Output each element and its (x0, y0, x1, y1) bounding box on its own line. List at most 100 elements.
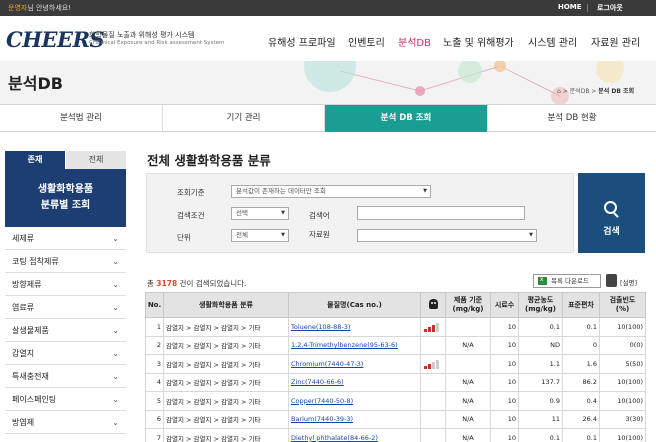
row-no: 1 (145, 317, 164, 337)
row-category: 감열지 > 감열지 > 감열지 > 기타 (163, 391, 289, 411)
sidebar-tab-all[interactable]: 전체 (66, 151, 126, 169)
sidebar-item-filler[interactable]: 특새충전재 ⌄ (5, 366, 126, 388)
user-name: 운영자 (8, 4, 28, 12)
table-row[interactable]: 4 감열지 > 감열지 > 감열지 > 기타 Zinc(7440-66-6) N/A 1… (145, 372, 646, 392)
row-samples: 10 (490, 354, 519, 374)
chevron-down-icon: ⌄ (112, 418, 119, 427)
sidebar-item-flame-retardant[interactable]: 방염제 ⌄ (5, 412, 126, 434)
hazard-cell (420, 372, 446, 392)
row-samples: 10 (490, 372, 519, 392)
row-standard: N/A (445, 335, 491, 355)
chevron-down-icon: ⌄ (112, 372, 119, 381)
col-standard[interactable]: 제품 기준 (mg/kg) (445, 292, 491, 318)
condition-select[interactable]: 선택 ▼ (231, 207, 289, 220)
table-row[interactable]: 1 감열지 > 감열지 > 감열지 > 기타 Toluene(108-88-3) 10… (145, 317, 646, 337)
sidebar-heading: 생활화학용품 분류별 조회 (5, 169, 126, 227)
nav-inventory[interactable]: 인벤토리 (348, 34, 385, 49)
row-mean: 0.1 (518, 317, 563, 337)
sidebar-item-fragrance[interactable]: 방향제류 ⌄ (5, 274, 126, 296)
row-frequency: 3(30) (599, 409, 646, 429)
row-no: 5 (145, 391, 164, 411)
row-sd: 1.6 (562, 354, 600, 374)
nav-exposure-risk[interactable]: 노출 및 위해평가 (443, 34, 514, 49)
breadcrumb-analysis-db[interactable]: 분석DB (570, 88, 590, 95)
table-row[interactable]: 3 감열지 > 감열지 > 감열지 > 기타 Chromium(7440-47-3)… (145, 354, 646, 374)
row-no: 6 (145, 409, 164, 429)
nav-system-admin[interactable]: 시스템 관리 (528, 34, 577, 49)
row-no: 7 (145, 428, 164, 442)
substance-link[interactable]: Diethyl phthalate(84-66-2) (288, 428, 421, 442)
table-header-row: No. 생활화학용품 분류 물질명(Cas no.) 제품 기준 (mg/kg) … (145, 292, 646, 318)
sidebar-filter-tabs: 존재 전체 (5, 151, 126, 169)
home-link[interactable]: HOME (558, 3, 582, 11)
sidebar-item-coating[interactable]: 코팅 접착제류 ⌄ (5, 251, 126, 273)
row-standard (445, 317, 491, 337)
substance-link[interactable]: 1,2,4-Trimethylbenzene(95-63-6) (288, 335, 421, 355)
chevron-down-icon: ⌄ (112, 280, 119, 289)
keyword-input[interactable] (357, 206, 525, 220)
tab-analysis-db-status[interactable]: 분석 DB 현황 (488, 105, 656, 132)
row-frequency: 10(100) (599, 391, 646, 411)
row-samples: 10 (490, 391, 519, 411)
sidebar-item-face-paint[interactable]: 페이스페인팅 ⌄ (5, 389, 126, 411)
table-row[interactable]: 7 감열지 > 감열지 > 감열지 > 기타 Diethyl phthalate(8… (145, 428, 646, 442)
substance-link[interactable]: Chromium(7440-47-3) (288, 354, 421, 374)
col-substance[interactable]: 물질명(Cas no.) (288, 292, 421, 318)
table-row[interactable]: 5 감열지 > 감열지 > 감열지 > 기타 Copper(7440-50-8) N/… (145, 391, 646, 411)
unit-select[interactable]: 전체 ▼ (231, 229, 289, 242)
sidebar-item-biocide[interactable]: 살생물제품 ⌄ (5, 320, 126, 342)
row-mean: 0.1 (518, 428, 563, 442)
row-samples: 10 (490, 409, 519, 429)
nav-analysis-db[interactable]: 분석DB (398, 34, 431, 49)
table-row[interactable]: 2 감열지 > 감열지 > 감열지 > 기타 1,2,4-Trimethylbenz… (145, 335, 646, 355)
keyword-label: 검색어 (309, 211, 330, 220)
row-sd: 0.4 (562, 391, 600, 411)
col-samples[interactable]: 시료수 (490, 292, 519, 318)
nav-hazard-profile[interactable]: 유해성 프로파일 (268, 34, 336, 49)
tab-analysis-db-search[interactable]: 분석 DB 조회 (325, 105, 488, 132)
row-standard: N/A (445, 428, 491, 442)
criteria-select[interactable]: 분석값이 존재하는 데이터만 조회 ▼ (231, 185, 431, 198)
col-no[interactable]: No. (145, 292, 164, 318)
row-mean: 11 (518, 409, 563, 429)
sidebar-item-thermal-paper[interactable]: 감열지 ⌄ (5, 343, 126, 365)
download-list-button[interactable]: 목록 다운로드 (533, 274, 601, 288)
nav-source-admin[interactable]: 자료원 관리 (591, 34, 640, 49)
skull-icon[interactable] (606, 274, 617, 287)
tab-device-management[interactable]: 기기 관리 (163, 105, 325, 132)
user-greeting: 운영자님 안녕하세요! (8, 4, 71, 12)
substance-link[interactable]: Copper(7440-50-8) (288, 391, 421, 411)
substance-link[interactable]: Zinc(7440-66-6) (288, 372, 421, 392)
col-toxicity (420, 292, 446, 318)
chevron-down-icon: ⌄ (112, 303, 119, 312)
col-sd[interactable]: 표준편차 (562, 292, 600, 318)
help-link[interactable]: [설명] (620, 277, 637, 287)
tab-method-management[interactable]: 분석법 관리 (0, 105, 163, 132)
row-standard: N/A (445, 409, 491, 429)
col-mean[interactable]: 평균농도 (mg/kg) (518, 292, 563, 318)
row-category: 감열지 > 감열지 > 감열지 > 기타 (163, 428, 289, 442)
dropdown-arrow-icon: ▼ (423, 188, 427, 194)
logo-subtitle-en: CHEmical Exposure and Risk assessment Sy… (89, 40, 225, 46)
row-category: 감열지 > 감열지 > 감열지 > 기타 (163, 409, 289, 429)
home-icon[interactable]: ⌂ (557, 88, 561, 95)
col-category[interactable]: 생활화학용품 분류 (163, 292, 289, 318)
row-category: 감열지 > 감열지 > 감열지 > 기타 (163, 335, 289, 355)
row-mean: ND (518, 335, 563, 355)
sidebar-item-dye[interactable]: 염료류 ⌄ (5, 297, 126, 319)
substance-link[interactable]: Toluene(108-88-3) (288, 317, 421, 337)
substance-link[interactable]: Barium(7440-39-3) (288, 409, 421, 429)
logout-link[interactable]: 로그아웃 (597, 3, 623, 13)
sidebar-item-detergent[interactable]: 세제류 ⌄ (5, 228, 126, 250)
source-select[interactable]: ▼ (357, 229, 537, 242)
results-table: No. 생활화학용품 분류 물질명(Cas no.) 제품 기준 (mg/kg) … (145, 292, 646, 442)
row-sd: 0 (562, 335, 600, 355)
table-row[interactable]: 6 감열지 > 감열지 > 감열지 > 기타 Barium(7440-39-3) N/… (145, 409, 646, 429)
row-category: 감열지 > 감열지 > 감열지 > 기타 (163, 317, 289, 337)
col-frequency[interactable]: 검출빈도 (%) (599, 292, 646, 318)
row-no: 3 (145, 354, 164, 374)
result-count: 총 3178 건이 검색되었습니다. (147, 279, 247, 288)
search-button[interactable]: 검색 (578, 173, 645, 253)
sidebar-tab-exists[interactable]: 존재 (5, 151, 65, 169)
row-frequency: 5(50) (599, 354, 646, 374)
